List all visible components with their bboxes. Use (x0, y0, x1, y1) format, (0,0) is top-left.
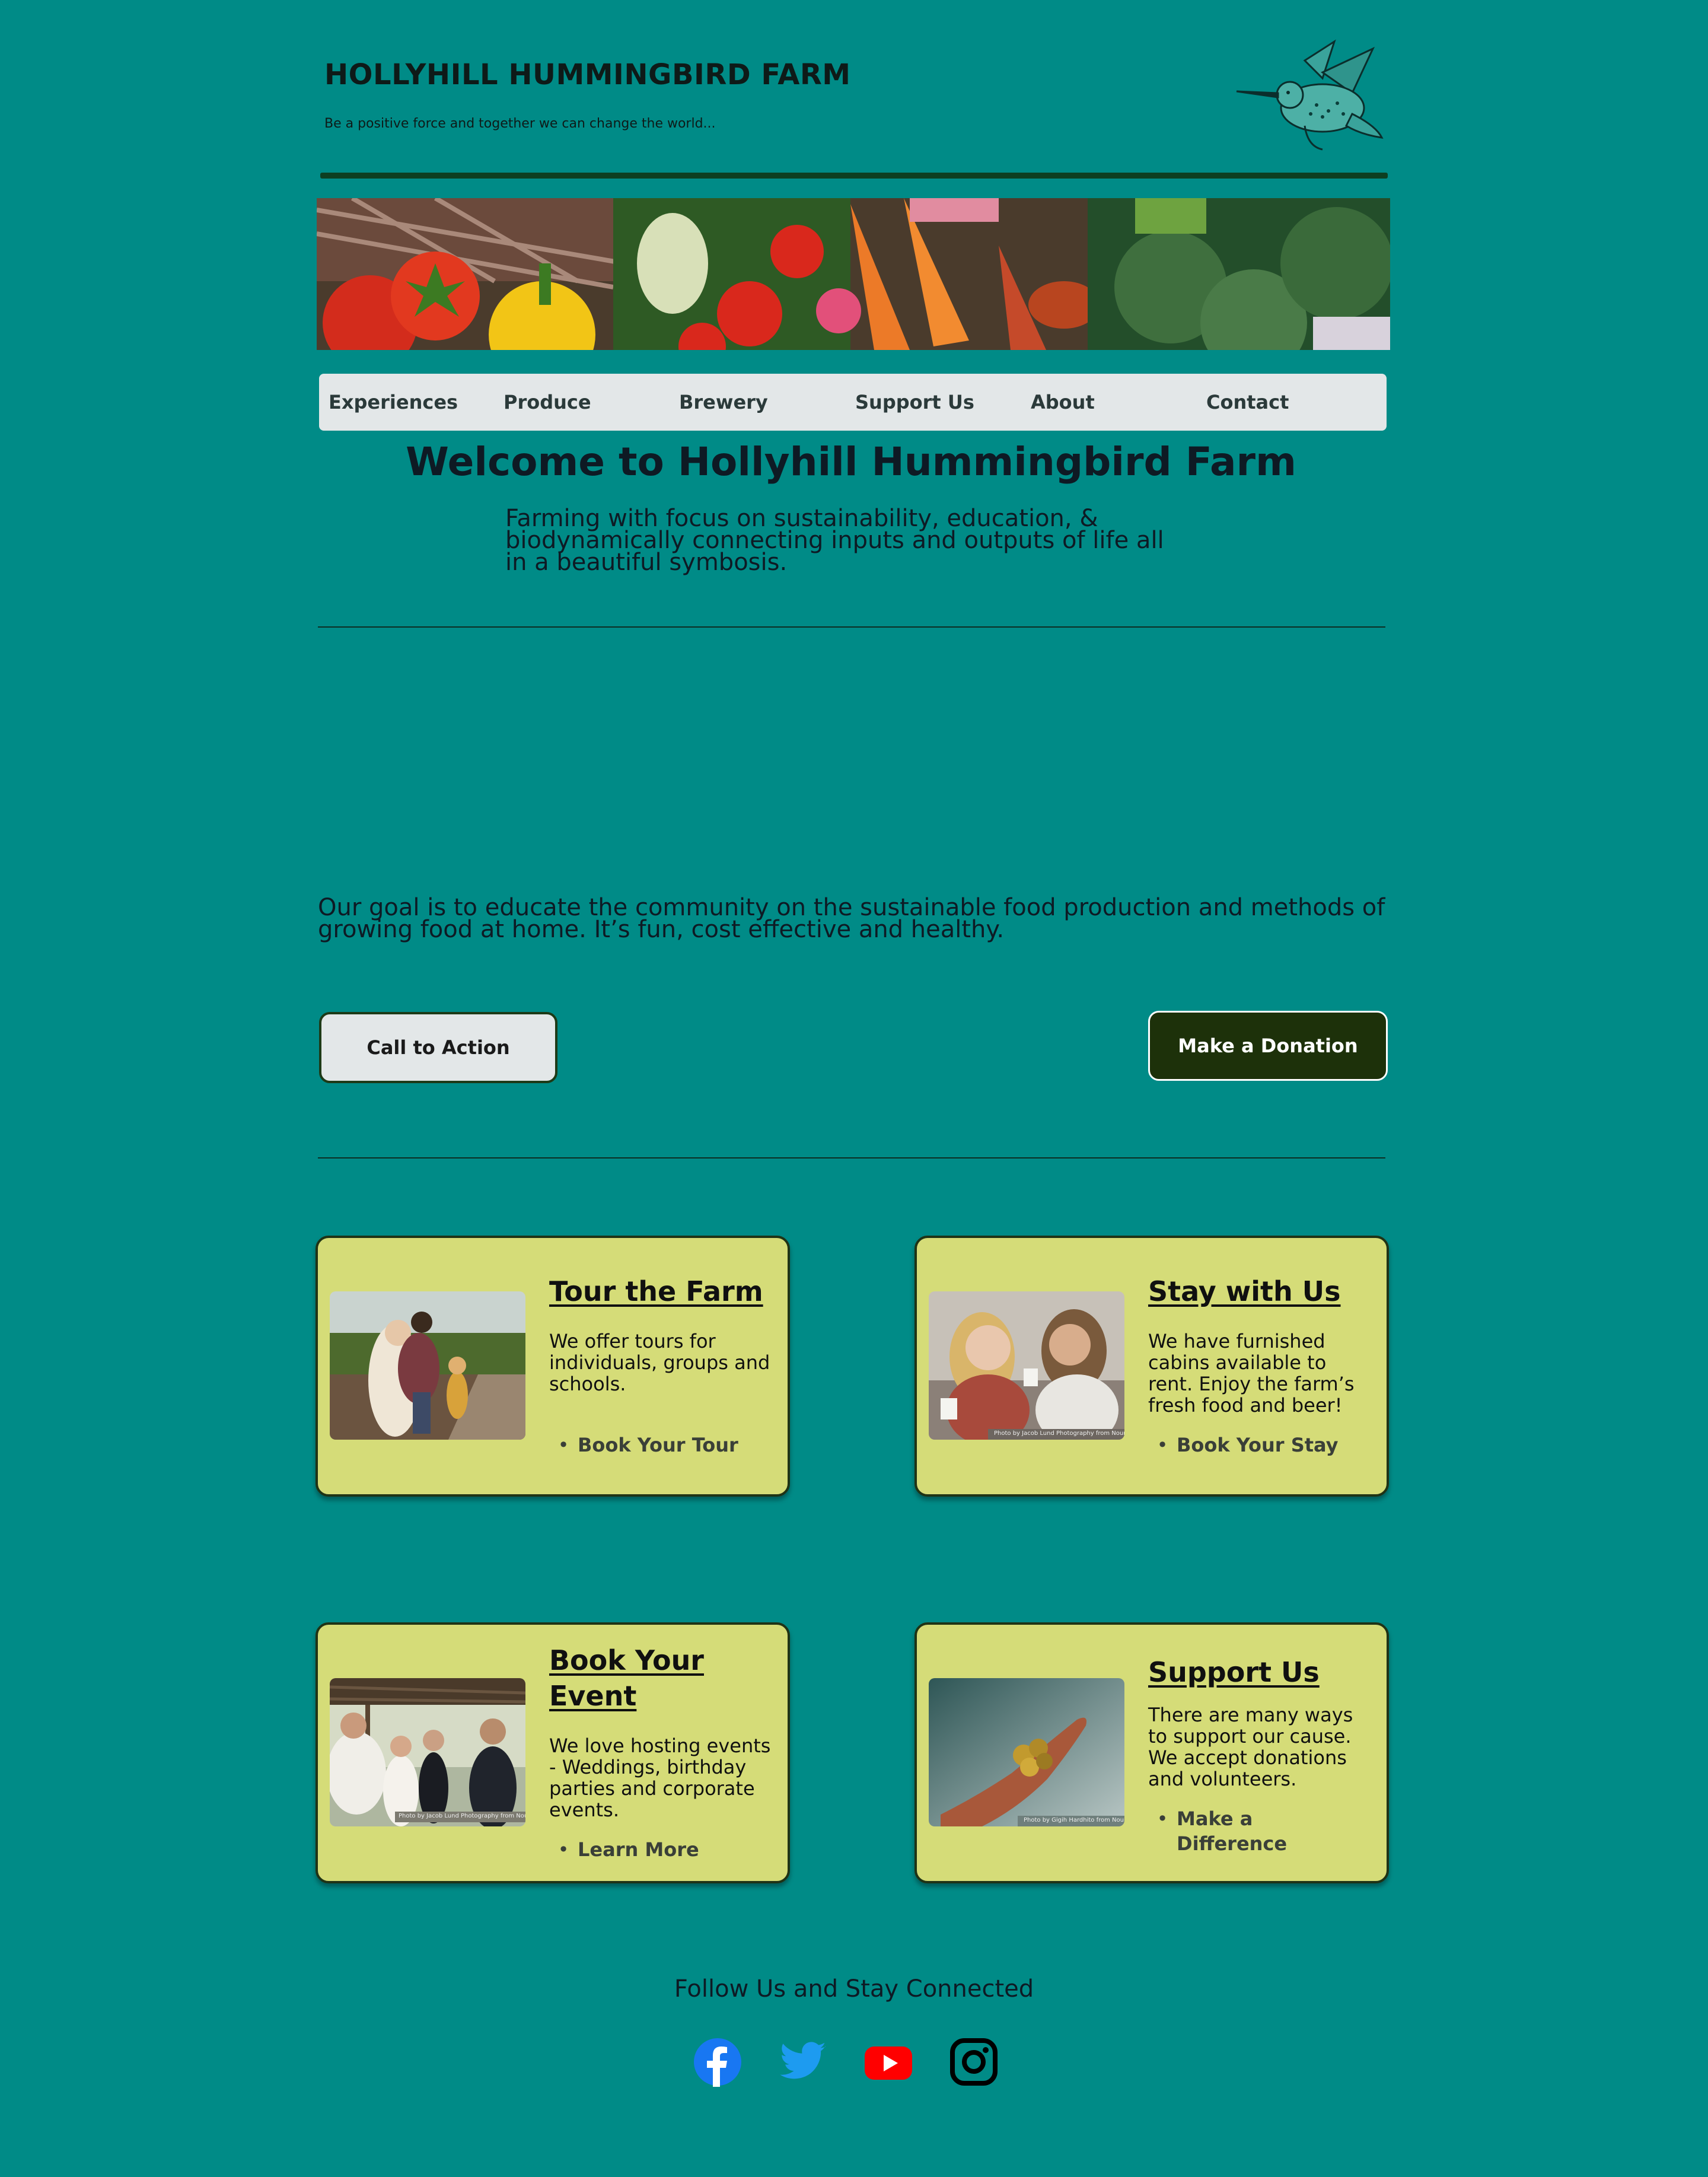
card-tour-the-farm: Tour the Farm We offer tours for individ… (316, 1236, 790, 1497)
vegetable-banner-image (317, 198, 1390, 350)
page-title: Welcome to Hollyhill Hummingbird Farm (406, 439, 1296, 485)
card-support-us: Photo by Gigih Hardhito from Noun Pr... … (914, 1622, 1389, 1883)
card-description: We offer tours for individuals, groups a… (549, 1330, 770, 1395)
photo-credit: Photo by Gigih Hardhito from Noun Pr... (1024, 1817, 1124, 1823)
link-line[interactable]: Make a (1177, 1807, 1253, 1830)
header-divider (320, 173, 1388, 179)
card-description: We love hosting events - Weddings, birth… (549, 1734, 771, 1821)
main-navigation: Experiences Produce Brewery Support Us A… (319, 374, 1387, 431)
nav-item-about[interactable]: About (1031, 374, 1095, 431)
link-line[interactable]: Difference (1177, 1832, 1287, 1855)
card-book-your-event: Photo by Jacob Lund Photography from Nou… (316, 1622, 790, 1883)
bullet: • (557, 1434, 569, 1456)
nav-item-experiences[interactable]: Experiences (329, 374, 458, 431)
bullet: • (1156, 1807, 1168, 1830)
hummingbird-logo[interactable] (1234, 37, 1388, 152)
tour-photo (330, 1291, 525, 1440)
bullet: • (557, 1838, 569, 1861)
card-description: We have furnished cabins available to re… (1148, 1330, 1355, 1417)
card-title-line[interactable]: Event (549, 1678, 704, 1714)
learn-more-link[interactable]: • Learn More (549, 1837, 699, 1862)
card-description: There are many ways to support our cause… (1148, 1704, 1353, 1790)
welcome-subtitle: Farming with focus on sustainability, ed… (505, 505, 1164, 576)
instagram-icon[interactable] (949, 2037, 999, 2087)
twitter-icon[interactable] (778, 2037, 828, 2087)
bullet: • (1156, 1434, 1168, 1456)
goal-text: Our goal is to educate the community on … (318, 894, 1385, 943)
site-tagline: Be a positive force and together we can … (324, 116, 716, 131)
photo-credit: Photo by Jacob Lund Photography from Nou… (399, 1813, 525, 1819)
photo-credit: Photo by Jacob Lund Photography from Nou… (994, 1430, 1124, 1437)
make-donation-button[interactable]: Make a Donation (1148, 1011, 1388, 1081)
youtube-icon[interactable] (863, 2037, 913, 2087)
card-title[interactable]: Stay with Us (1148, 1274, 1341, 1309)
book-your-stay-link[interactable]: • Book Your Stay (1148, 1433, 1339, 1457)
section-divider (318, 626, 1385, 628)
support-photo: Photo by Gigih Hardhito from Noun Pr... (929, 1678, 1124, 1826)
follow-us-heading: Follow Us and Stay Connected (674, 1975, 1034, 2003)
nav-item-brewery[interactable]: Brewery (679, 374, 768, 431)
call-to-action-button[interactable]: Call to Action (319, 1012, 557, 1083)
card-title[interactable]: Support Us (1148, 1654, 1320, 1690)
site-title[interactable]: HOLLYHILL HUMMINGBIRD FARM (324, 58, 851, 91)
card-title-line[interactable]: Book Your (549, 1643, 704, 1678)
facebook-icon[interactable] (693, 2037, 743, 2087)
nav-item-contact[interactable]: Contact (1206, 374, 1289, 431)
nav-item-produce[interactable]: Produce (504, 374, 591, 431)
card-title[interactable]: Tour the Farm (549, 1274, 763, 1309)
stay-photo: Photo by Jacob Lund Photography from Nou… (929, 1291, 1124, 1440)
section-divider (318, 1157, 1385, 1158)
book-your-tour-link[interactable]: • Book Your Tour (549, 1433, 738, 1457)
card-title[interactable]: Book Your Event (549, 1643, 704, 1714)
make-a-difference-link[interactable]: • Make a Difference (1148, 1806, 1288, 1856)
card-stay-with-us: Photo by Jacob Lund Photography from Nou… (914, 1236, 1389, 1497)
nav-item-support-us[interactable]: Support Us (855, 374, 974, 431)
event-photo: Photo by Jacob Lund Photography from Nou… (330, 1678, 525, 1826)
